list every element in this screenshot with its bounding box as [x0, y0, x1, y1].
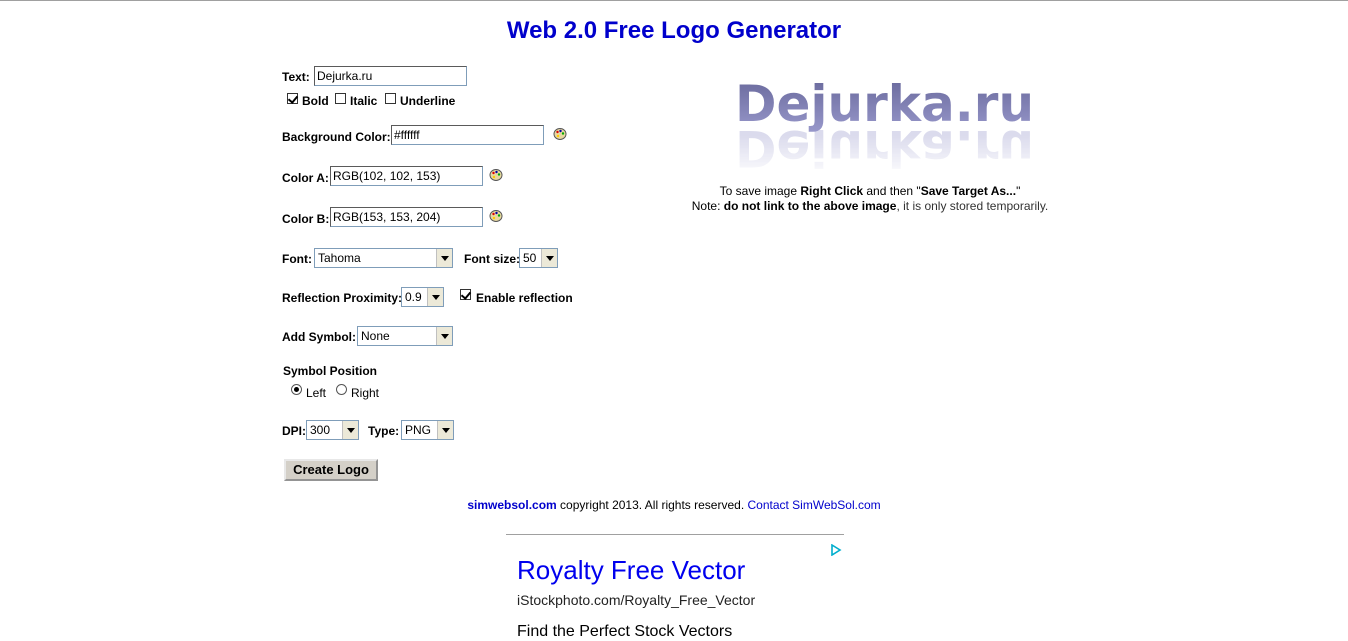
logo-preview: Dejurka.ru: [735, 75, 1035, 133]
text-input[interactable]: [314, 66, 467, 86]
font-size-select-value: 50: [523, 251, 537, 265]
add-symbol-select-value: None: [361, 329, 390, 343]
note-pre: Note:: [691, 199, 724, 213]
chevron-down-icon: [436, 327, 452, 345]
logo-reflection-area: Dejurka.ru: [720, 130, 1040, 170]
left-radio[interactable]: [291, 384, 302, 395]
save-right-click: Right Click: [800, 184, 864, 198]
reflection-select[interactable]: 0.9: [401, 287, 444, 307]
adchoices-icon[interactable]: [830, 544, 842, 556]
save-mid: and then ": [863, 184, 921, 198]
save-target-as: Save Target As...: [920, 184, 1017, 198]
reflection-label: Reflection Proximity:: [282, 291, 403, 305]
ad-url[interactable]: iStockphoto.com/Royalty_Free_Vector: [517, 592, 755, 608]
add-symbol-label: Add Symbol:: [282, 330, 356, 344]
ad-description: Find the Perfect Stock Vectors: [517, 623, 733, 640]
dpi-select-value: 300: [310, 423, 331, 437]
type-select-value: PNG: [405, 423, 432, 437]
font-label: Font:: [282, 252, 312, 266]
right-radio[interactable]: [336, 384, 347, 395]
color-b-palette-icon[interactable]: [489, 209, 503, 223]
ad-title-link[interactable]: Royalty Free Vector: [517, 555, 745, 586]
contact-link[interactable]: Contact SimWebSol.com: [747, 498, 880, 512]
color-a-label: Color A:: [282, 171, 329, 185]
bg-color-label: Background Color:: [282, 130, 391, 144]
symbol-position-label: Symbol Position: [283, 364, 378, 378]
dpi-select[interactable]: 300: [306, 420, 359, 440]
right-label: Right: [351, 386, 380, 400]
color-b-input[interactable]: [330, 207, 483, 227]
type-label: Type:: [368, 424, 400, 438]
font-select-value: Tahoma: [318, 251, 361, 265]
text-label: Text:: [282, 70, 310, 84]
font-size-select[interactable]: 50: [519, 248, 558, 268]
font-select[interactable]: Tahoma: [314, 248, 453, 268]
underline-checkbox[interactable]: [385, 93, 396, 104]
color-b-label: Color B:: [282, 212, 330, 226]
create-logo-button[interactable]: Create Logo: [284, 459, 378, 481]
add-symbol-select[interactable]: None: [357, 326, 453, 346]
bold-checkbox[interactable]: [287, 93, 298, 104]
chevron-down-icon: [541, 249, 557, 267]
page-title: Web 2.0 Free Logo Generator: [506, 17, 842, 44]
footer: simwebsol.com copyright 2013. All rights…: [0, 498, 1348, 512]
enable-reflection-label: Enable reflection: [476, 291, 573, 305]
left-label: Left: [306, 386, 327, 400]
type-select[interactable]: PNG: [401, 420, 454, 440]
italic-label: Italic: [350, 94, 378, 108]
font-size-label: Font size:: [464, 252, 520, 266]
chevron-down-icon: [427, 288, 443, 306]
save-instructions: To save image Right Click and then "Save…: [560, 184, 1180, 198]
copyright-text: copyright 2013. All rights reserved.: [556, 498, 748, 512]
note-bold: do not link to the above image: [723, 199, 897, 213]
top-divider: [0, 0, 1348, 1]
save-pre: To save image: [719, 184, 801, 198]
save-post: ": [1016, 184, 1021, 198]
logo-reflection: Dejurka.ru: [735, 130, 1035, 170]
italic-checkbox[interactable]: [335, 93, 346, 104]
note-post: , it is only stored temporarily.: [896, 199, 1049, 213]
chevron-down-icon: [437, 421, 453, 439]
chevron-down-icon: [342, 421, 358, 439]
site-link[interactable]: simwebsol.com: [467, 498, 556, 512]
storage-note: Note: do not link to the above image, it…: [560, 199, 1180, 213]
ad-block: Royalty Free Vector iStockphoto.com/Roya…: [506, 534, 844, 640]
color-palette-icon[interactable]: [553, 127, 567, 141]
underline-label: Underline: [400, 94, 456, 108]
reflection-select-value: 0.9: [405, 290, 422, 304]
bg-color-input[interactable]: [391, 125, 544, 145]
chevron-down-icon: [436, 249, 452, 267]
color-a-input[interactable]: [330, 166, 483, 186]
enable-reflection-checkbox[interactable]: [460, 289, 471, 300]
dpi-label: DPI:: [282, 424, 306, 438]
color-a-palette-icon[interactable]: [489, 168, 503, 182]
bold-label: Bold: [302, 94, 329, 108]
